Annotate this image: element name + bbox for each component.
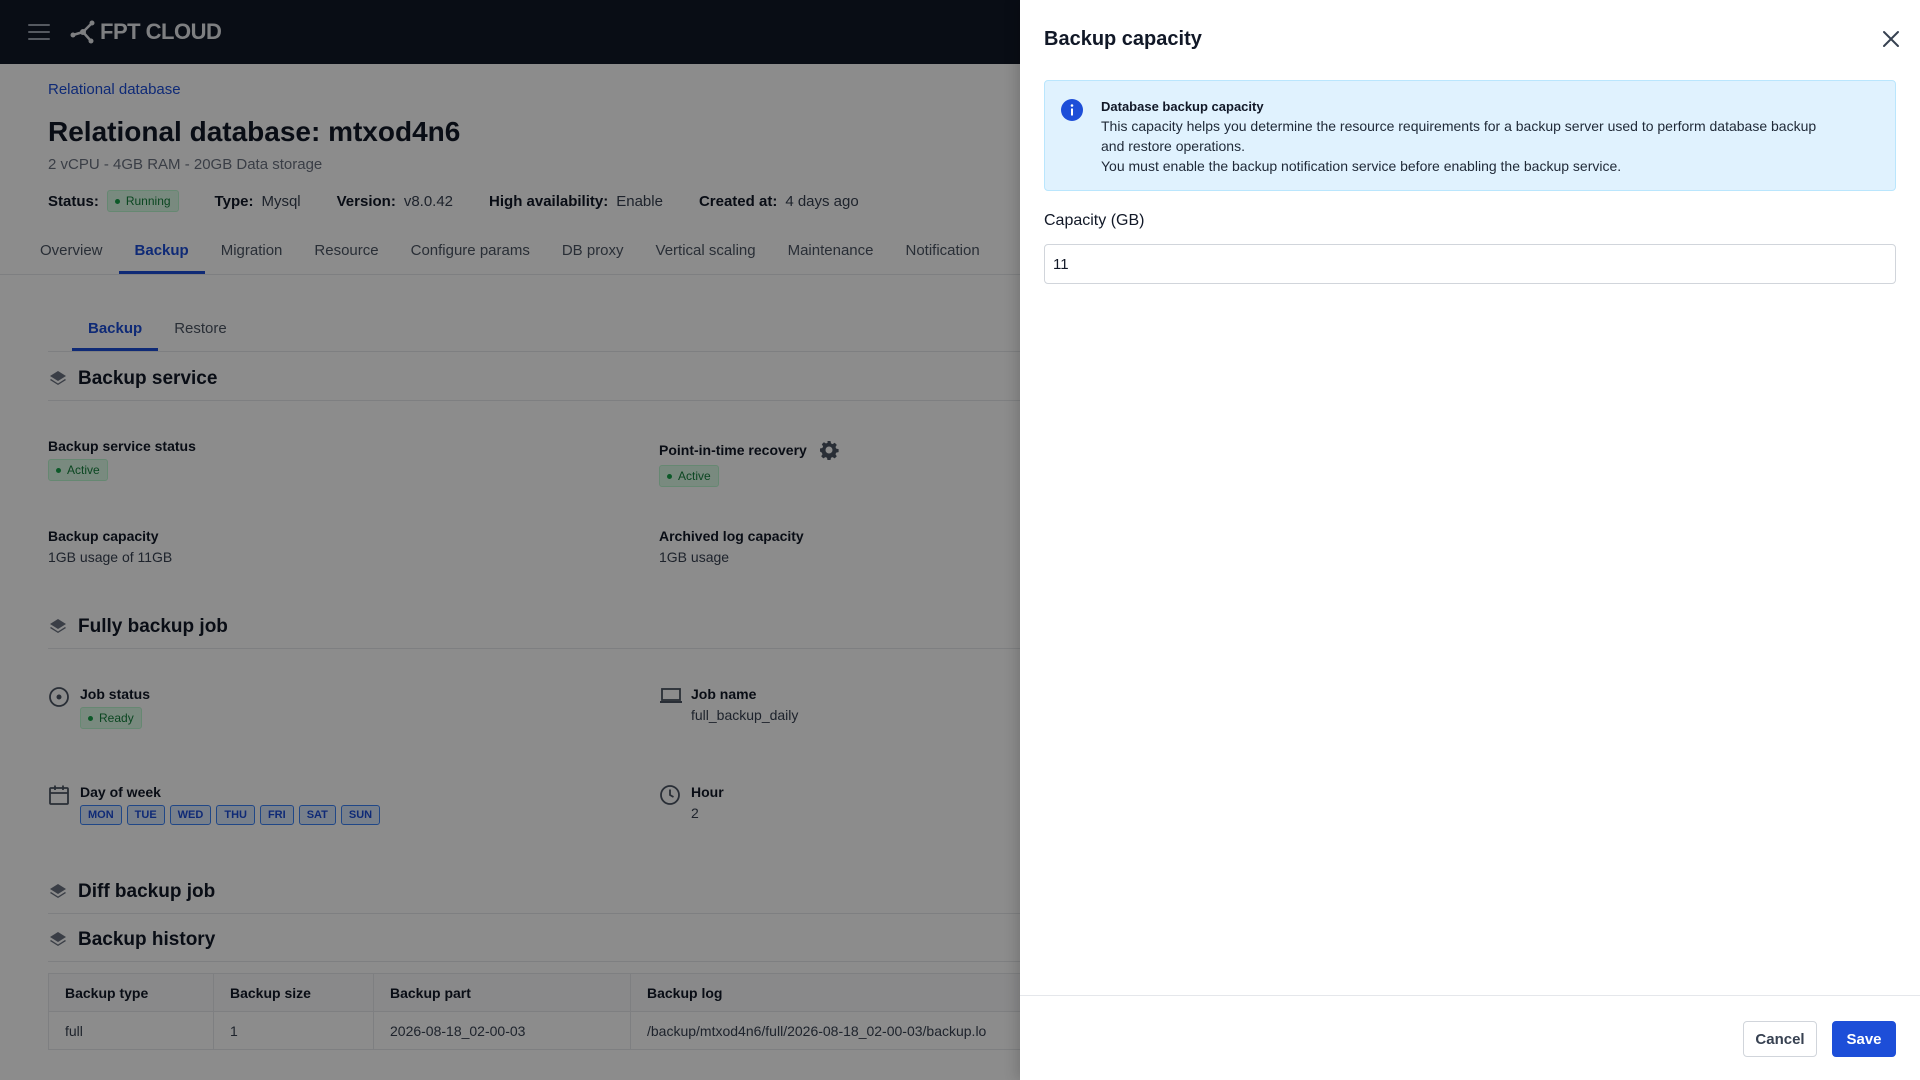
info-icon [1061, 99, 1083, 121]
info-alert: Database backup capacity This capacity h… [1044, 80, 1896, 191]
close-icon[interactable] [1882, 30, 1900, 48]
capacity-input[interactable] [1044, 244, 1896, 284]
capacity-label: Capacity (GB) [1044, 212, 1145, 229]
save-button[interactable]: Save [1832, 1021, 1896, 1057]
modal-backdrop[interactable] [0, 0, 1020, 1080]
alert-title: Database backup capacity [1101, 99, 1264, 114]
backup-capacity-drawer: Backup capacity Database backup capacity… [1020, 0, 1920, 1080]
alert-line-3: You must enable the backup notification … [1101, 158, 1622, 174]
alert-line-1: This capacity helps you determine the re… [1101, 118, 1817, 134]
drawer-footer: Cancel Save [1020, 995, 1920, 1080]
cancel-button[interactable]: Cancel [1743, 1021, 1817, 1057]
alert-line-2: and restore operations. [1101, 138, 1245, 154]
drawer-title: Backup capacity [1044, 28, 1202, 50]
